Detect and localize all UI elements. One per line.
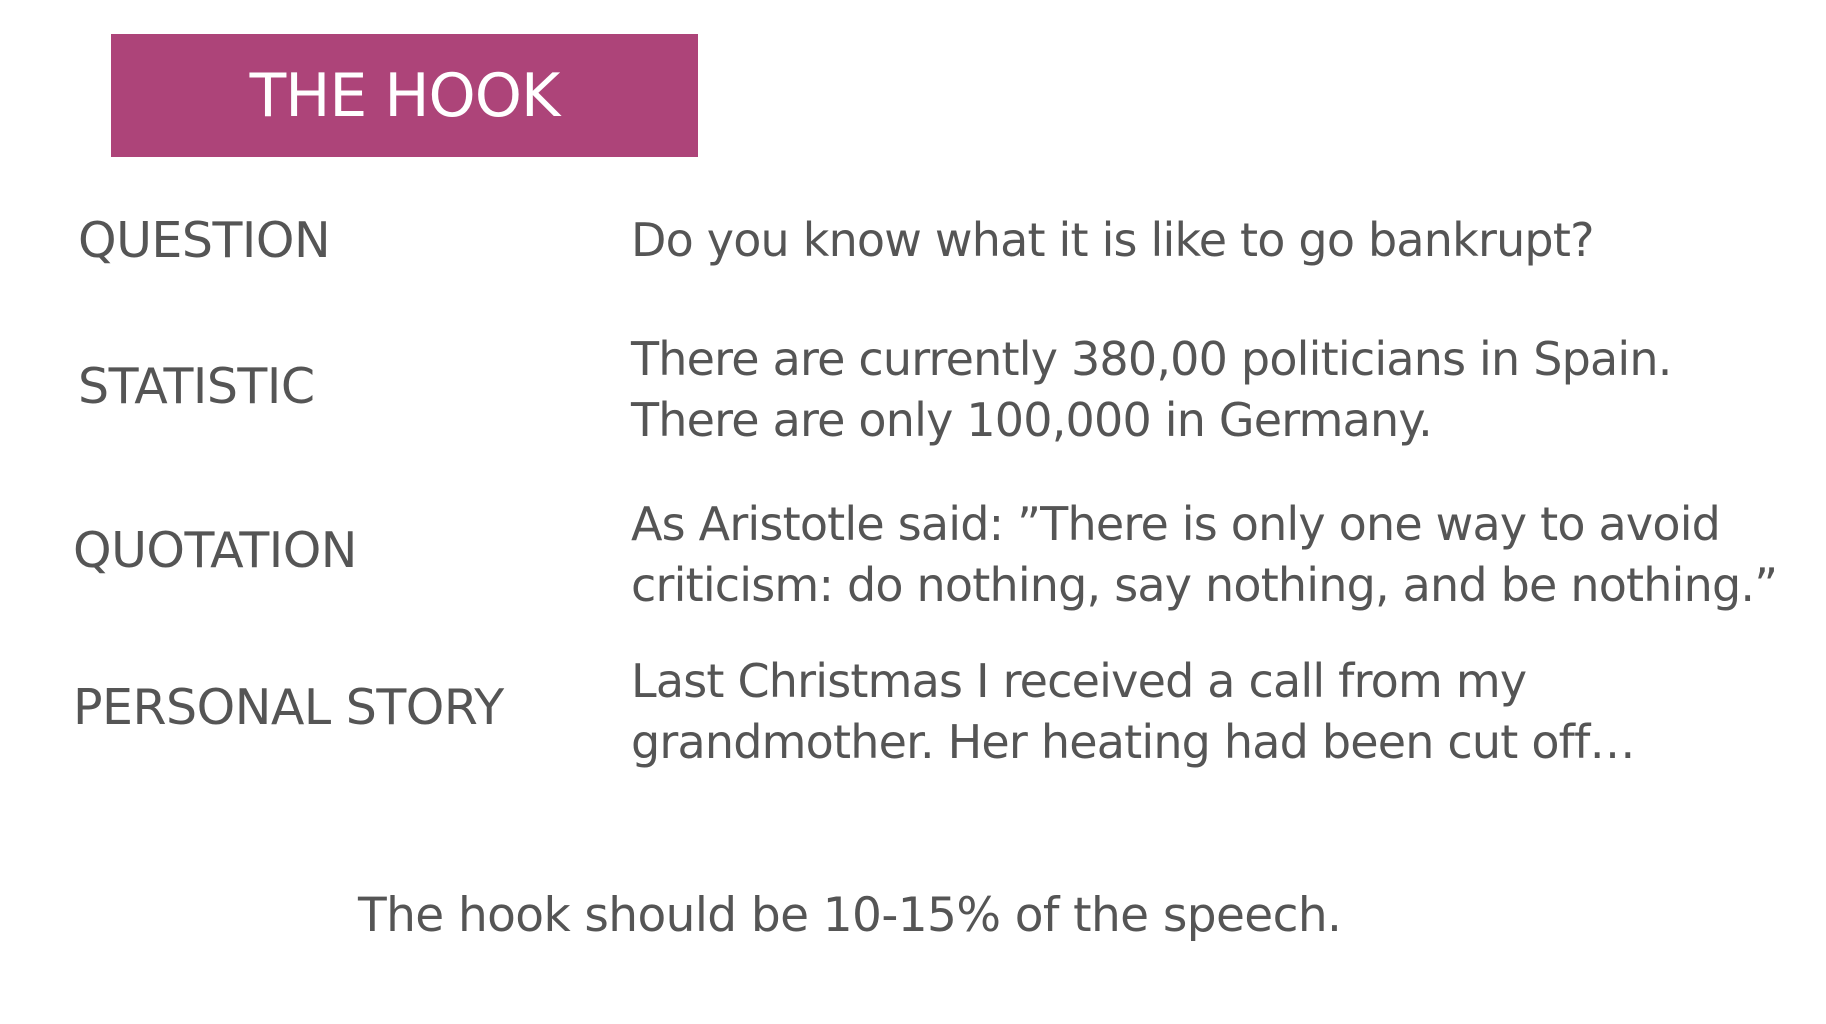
example-line: There are only 100,000 in Germany. <box>631 393 1433 447</box>
example-line: Do you know what it is like to go bankru… <box>631 213 1594 267</box>
example-line: As Aristotle said: ”There is only one wa… <box>631 497 1721 551</box>
row-label-question: QUESTION <box>78 212 331 269</box>
slide-title: THE HOOK <box>249 60 561 131</box>
row-label-personal-story: PERSONAL STORY <box>73 679 504 736</box>
row-example-personal-story: Last Christmas I received a call from my… <box>631 651 1635 773</box>
row-label-statistic: STATISTIC <box>78 358 315 415</box>
footer-note: The hook should be 10-15% of the speech. <box>358 888 1342 943</box>
row-example-question: Do you know what it is like to go bankru… <box>631 210 1594 271</box>
row-example-statistic: There are currently 380,00 politicians i… <box>631 329 1672 451</box>
example-line: grandmother. Her heating had been cut of… <box>631 715 1635 769</box>
title-banner: THE HOOK <box>111 34 698 157</box>
example-line: criticism: do nothing, say nothing, and … <box>631 558 1778 612</box>
row-label-quotation: QUOTATION <box>73 522 357 579</box>
example-line: Last Christmas I received a call from my <box>631 654 1527 708</box>
example-line: There are currently 380,00 politicians i… <box>631 332 1672 386</box>
row-example-quotation: As Aristotle said: ”There is only one wa… <box>631 494 1778 616</box>
